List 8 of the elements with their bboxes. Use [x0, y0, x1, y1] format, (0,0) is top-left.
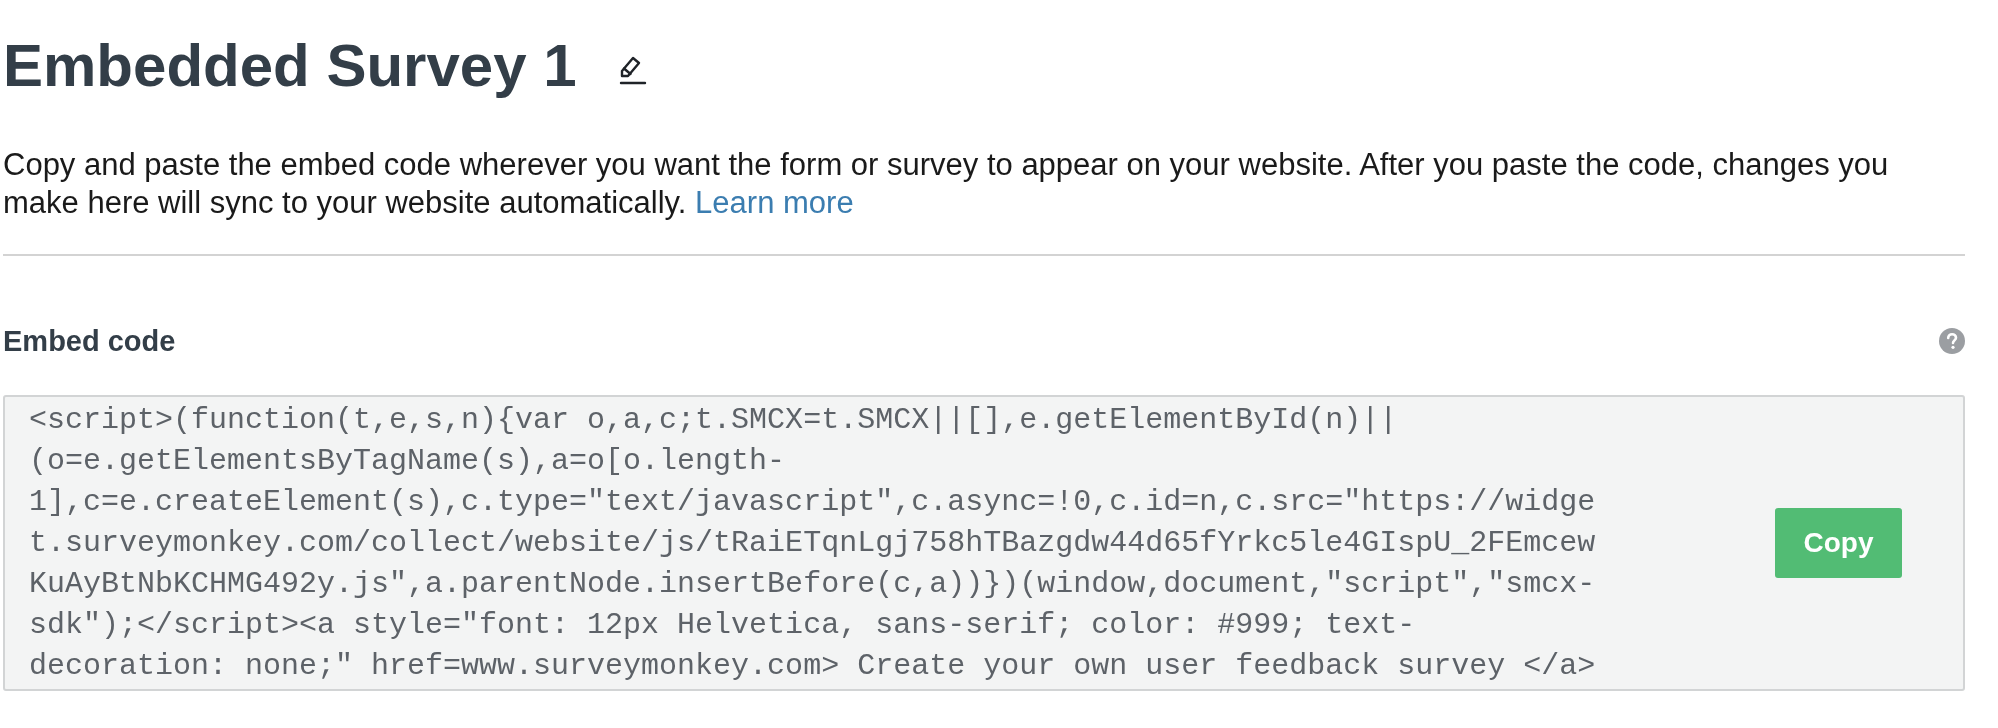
- embed-code-label: Embed code: [3, 326, 176, 356]
- copy-button[interactable]: Copy: [1775, 508, 1902, 578]
- learn-more-link[interactable]: Learn more: [695, 185, 854, 220]
- description-text: Copy and paste the embed code wherever you want the form or survey to appear on your website. After you paste the code, changes you make here will sync to your website automatically. Learn more: [3, 146, 1890, 222]
- page-title: Embedded Survey 1: [3, 36, 577, 96]
- help-icon[interactable]: [1939, 328, 1965, 354]
- embed-code-field[interactable]: [3, 395, 1965, 691]
- embed-code-text: <script>(function(t,e,s,n){var o,a,c;t.SMCX=t.SMCX||[],e.getElementById(n)|| (o=e.getElementsByTagName(s),a=o[o.length- 1],c=e.createElement(s),c.type="text/javascript",c.async=!0,c.id=n,c.src="https://widge t.surveymonkey.com/collect/website/js/tRaiETqnLgj758hTBazgdw44d65fYrkc5le4GIspU_2FEmcew KuAyBtNbKCHMG492y.js",a.parentNode.insertBefore(c,a))})(window,document,"script","smcx- sdk");</script><a style="font: 12px Helvetica, sans-serif; color: #999; text- decoration: none;" href=www.surveymonkey.com> Create your own user feedback survey </a>: [29, 401, 1596, 685]
